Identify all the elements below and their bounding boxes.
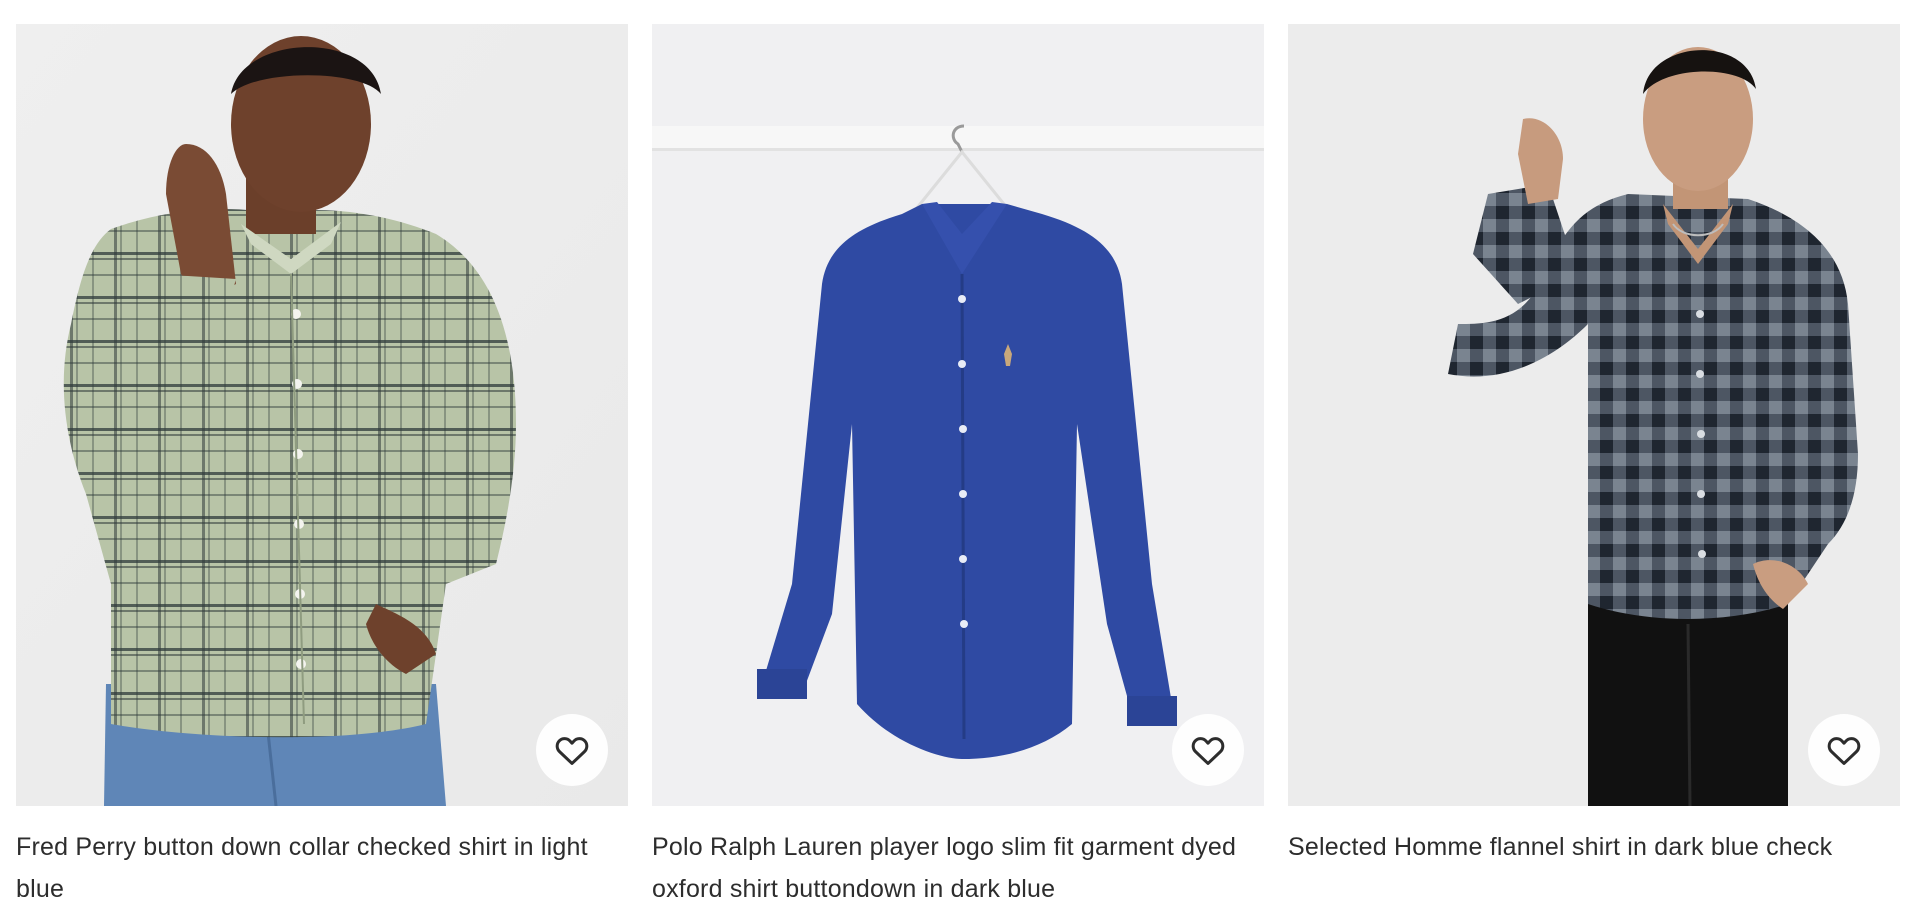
product-title[interactable]: Selected Homme flannel shirt in dark blu… xyxy=(1288,826,1900,868)
product-card: Fred Perry button down collar checked sh… xyxy=(16,24,628,910)
product-image[interactable] xyxy=(16,24,628,806)
product-title[interactable]: Polo Ralph Lauren player logo slim fit g… xyxy=(652,826,1264,910)
heart-outline-icon xyxy=(1191,737,1225,765)
wishlist-button[interactable] xyxy=(1172,714,1244,786)
wishlist-button[interactable] xyxy=(536,714,608,786)
product-image[interactable] xyxy=(652,24,1264,806)
wishlist-button[interactable] xyxy=(1808,714,1880,786)
product-card: Polo Ralph Lauren player logo slim fit g… xyxy=(652,24,1264,910)
product-image[interactable] xyxy=(1288,24,1900,806)
product-photo xyxy=(16,24,628,806)
product-photo xyxy=(1288,24,1900,806)
product-grid: Fred Perry button down collar checked sh… xyxy=(0,0,1920,912)
product-title[interactable]: Fred Perry button down collar checked sh… xyxy=(16,826,628,910)
product-photo xyxy=(652,24,1264,806)
product-card: Selected Homme flannel shirt in dark blu… xyxy=(1288,24,1900,868)
heart-outline-icon xyxy=(555,737,589,765)
heart-outline-icon xyxy=(1827,737,1861,765)
